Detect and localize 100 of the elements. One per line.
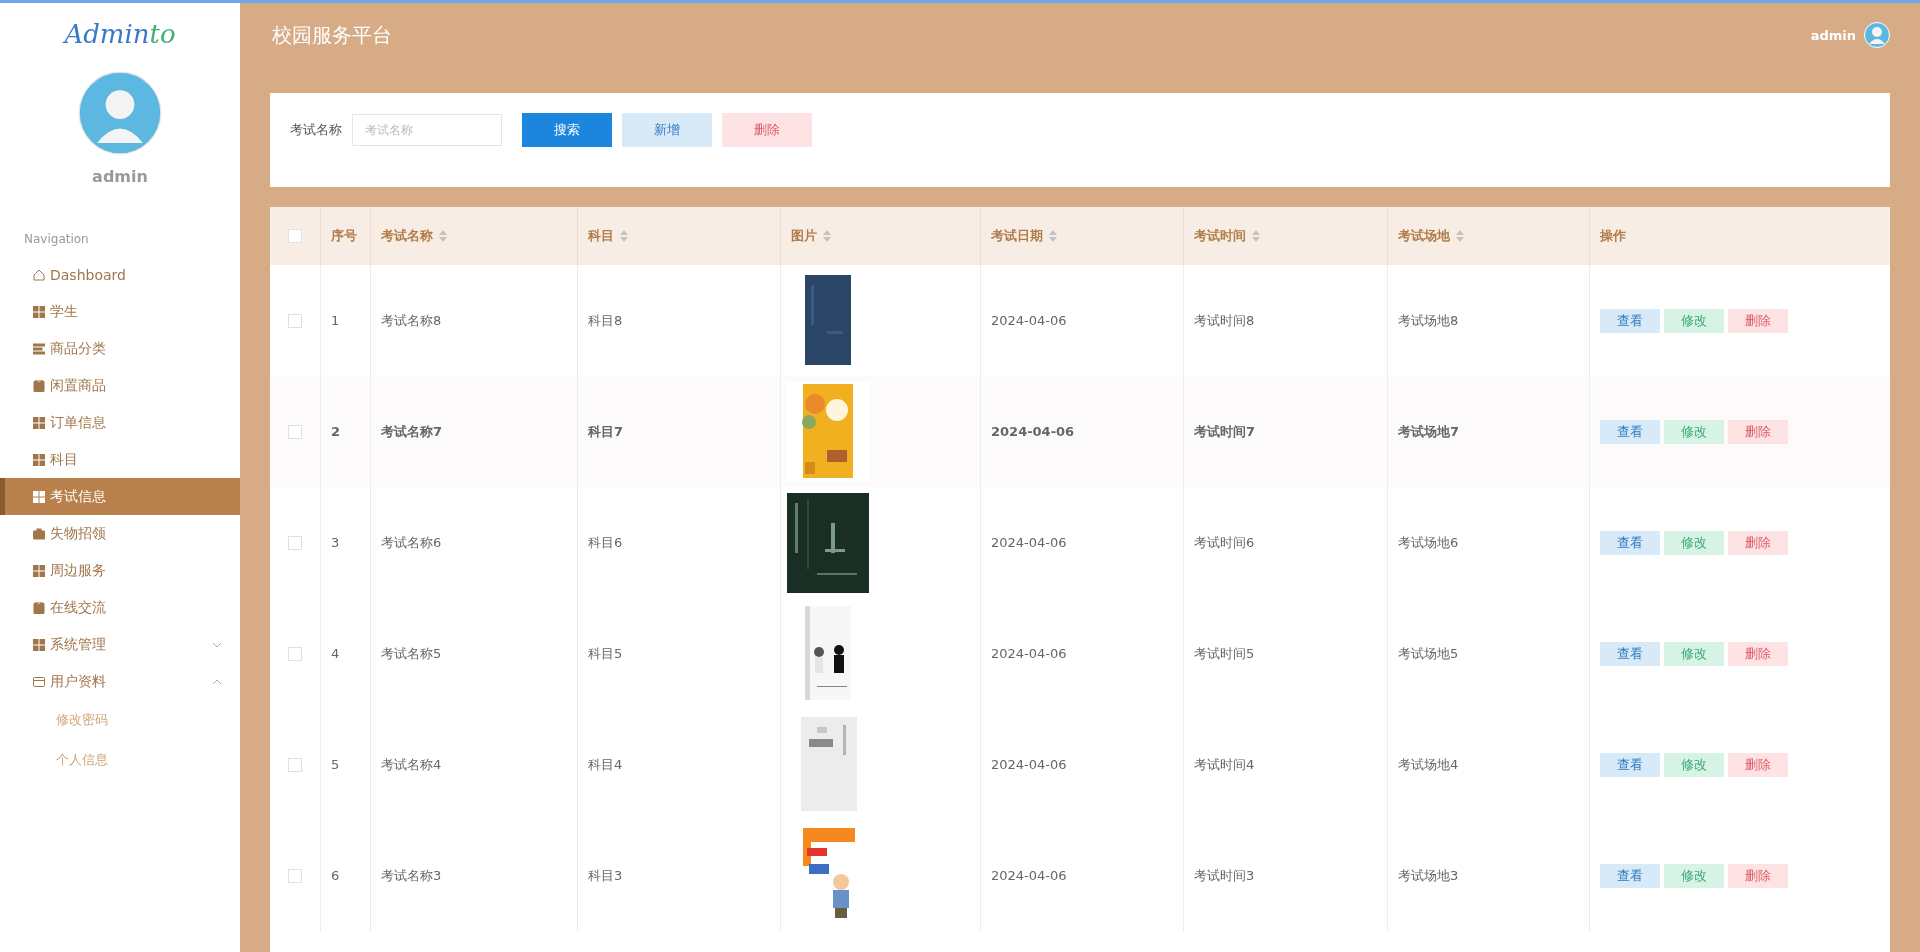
sort-icon[interactable] — [1049, 230, 1057, 242]
list-icon — [33, 342, 45, 355]
add-button[interactable]: 新增 — [622, 113, 712, 147]
checkbox[interactable] — [288, 868, 302, 883]
column-header[interactable]: 考试日期 — [991, 227, 1057, 245]
view-button[interactable]: 查看 — [1600, 419, 1660, 444]
column-header[interactable]: 科目 — [588, 227, 628, 245]
avatar-icon — [78, 71, 162, 155]
grid-icon — [33, 453, 45, 466]
delete-button[interactable]: 删除 — [1728, 752, 1788, 777]
checkbox[interactable] — [288, 313, 302, 328]
delete-button[interactable]: 删除 — [1728, 863, 1788, 888]
edit-button[interactable]: 修改 — [1664, 641, 1724, 666]
sidebar-item[interactable]: 订单信息 — [0, 404, 240, 441]
table-cell: 考试时间3 — [1194, 866, 1255, 885]
sidebar-item[interactable]: 闲置商品 — [0, 367, 240, 404]
table-cell: 科目3 — [588, 866, 623, 885]
nav-heading: Navigation — [24, 232, 90, 246]
submenu-item[interactable]: 修改密码 — [0, 700, 240, 740]
table-cell: 考试名称8 — [381, 311, 442, 330]
table-cell: 考试场地4 — [1398, 755, 1459, 774]
checkbox[interactable] — [288, 535, 302, 550]
table-cell: 2024-04-06 — [991, 868, 1067, 883]
sort-icon[interactable] — [620, 230, 628, 242]
view-button[interactable]: 查看 — [1600, 308, 1660, 333]
table-cell: 考试时间7 — [1194, 422, 1256, 441]
delete-button[interactable]: 删除 — [1728, 530, 1788, 555]
search-button[interactable]: 搜索 — [522, 113, 612, 147]
grid-icon — [33, 305, 45, 318]
table-cell: 科目6 — [588, 533, 623, 552]
table-cell: 科目7 — [588, 422, 624, 441]
table-cell: 考试场地8 — [1398, 311, 1459, 330]
table-cell: 科目4 — [588, 755, 623, 774]
delete-button[interactable]: 删除 — [1728, 641, 1788, 666]
sort-icon[interactable] — [439, 230, 447, 242]
sidebar-item[interactable]: 考试信息 — [0, 478, 240, 515]
grid-icon — [33, 490, 45, 503]
grid-icon — [33, 416, 45, 429]
sidebar-item[interactable]: 用户资料 — [0, 663, 240, 700]
sort-icon[interactable] — [1456, 230, 1464, 242]
view-button[interactable]: 查看 — [1600, 530, 1660, 555]
column-header[interactable]: 图片 — [791, 227, 831, 245]
column-header[interactable]: 考试名称 — [381, 227, 447, 245]
delete-button[interactable]: 删除 — [722, 113, 812, 147]
table-cell: 2 — [331, 424, 341, 439]
clipboard-icon — [33, 601, 45, 614]
checkbox[interactable] — [288, 424, 302, 439]
sidebar-item[interactable]: 周边服务 — [0, 552, 240, 589]
grid-icon — [33, 564, 45, 577]
sidebar-item[interactable]: Dashboard — [0, 256, 240, 293]
delete-button[interactable]: 删除 — [1728, 308, 1788, 333]
sidebar-item[interactable]: 在线交流 — [0, 589, 240, 626]
checkbox[interactable] — [288, 757, 302, 772]
table-cell: 2024-04-06 — [991, 313, 1067, 328]
view-button[interactable]: 查看 — [1600, 752, 1660, 777]
page-title: 校园服务平台 — [272, 21, 392, 49]
table-cell: 考试名称6 — [381, 533, 442, 552]
sort-icon[interactable] — [1252, 230, 1260, 242]
table-cell: 科目5 — [588, 644, 623, 663]
column-header[interactable]: 序号 — [331, 227, 357, 245]
field-label: 考试名称 — [290, 121, 342, 139]
edit-button[interactable]: 修改 — [1664, 863, 1724, 888]
edit-button[interactable]: 修改 — [1664, 530, 1724, 555]
clipboard-icon — [33, 379, 45, 392]
table-cell: 考试场地6 — [1398, 533, 1459, 552]
sort-icon[interactable] — [823, 230, 831, 242]
grid-icon — [33, 638, 45, 651]
briefcase-icon — [33, 527, 45, 540]
view-button[interactable]: 查看 — [1600, 641, 1660, 666]
edit-button[interactable]: 修改 — [1664, 308, 1724, 333]
table-cell: 3 — [331, 535, 340, 550]
view-button[interactable]: 查看 — [1600, 863, 1660, 888]
checkbox[interactable] — [288, 229, 302, 243]
sidebar-item[interactable]: 学生 — [0, 293, 240, 330]
column-header[interactable]: 操作 — [1600, 227, 1626, 245]
sidebar-item[interactable]: 商品分类 — [0, 330, 240, 367]
table-cell: 考试时间8 — [1194, 311, 1255, 330]
table-cell: 考试名称3 — [381, 866, 442, 885]
delete-button[interactable]: 删除 — [1728, 419, 1788, 444]
avatar-icon[interactable] — [1864, 22, 1890, 48]
sidebar-item[interactable]: 失物招领 — [0, 515, 240, 552]
table-cell: 考试场地7 — [1398, 422, 1460, 441]
table-cell: 科目8 — [588, 311, 623, 330]
table-cell: 考试名称7 — [381, 422, 443, 441]
column-header[interactable]: 考试时间 — [1194, 227, 1260, 245]
submenu-item[interactable]: 个人信息 — [0, 740, 240, 780]
edit-button[interactable]: 修改 — [1664, 752, 1724, 777]
logo: Adminto — [64, 19, 176, 49]
table-cell: 考试场地3 — [1398, 866, 1459, 885]
table-cell: 2024-04-06 — [991, 535, 1067, 550]
wallet-icon — [33, 675, 45, 688]
search-field[interactable]: 考试名称 — [352, 114, 502, 146]
user-name[interactable]: admin — [1810, 27, 1856, 43]
edit-button[interactable]: 修改 — [1664, 419, 1724, 444]
checkbox[interactable] — [288, 646, 302, 661]
table-cell: 考试时间5 — [1194, 644, 1255, 663]
sidebar-item[interactable]: 系统管理 — [0, 626, 240, 663]
table-cell: 2024-04-06 — [991, 757, 1067, 772]
sidebar-item[interactable]: 科目 — [0, 441, 240, 478]
column-header[interactable]: 考试场地 — [1398, 227, 1464, 245]
